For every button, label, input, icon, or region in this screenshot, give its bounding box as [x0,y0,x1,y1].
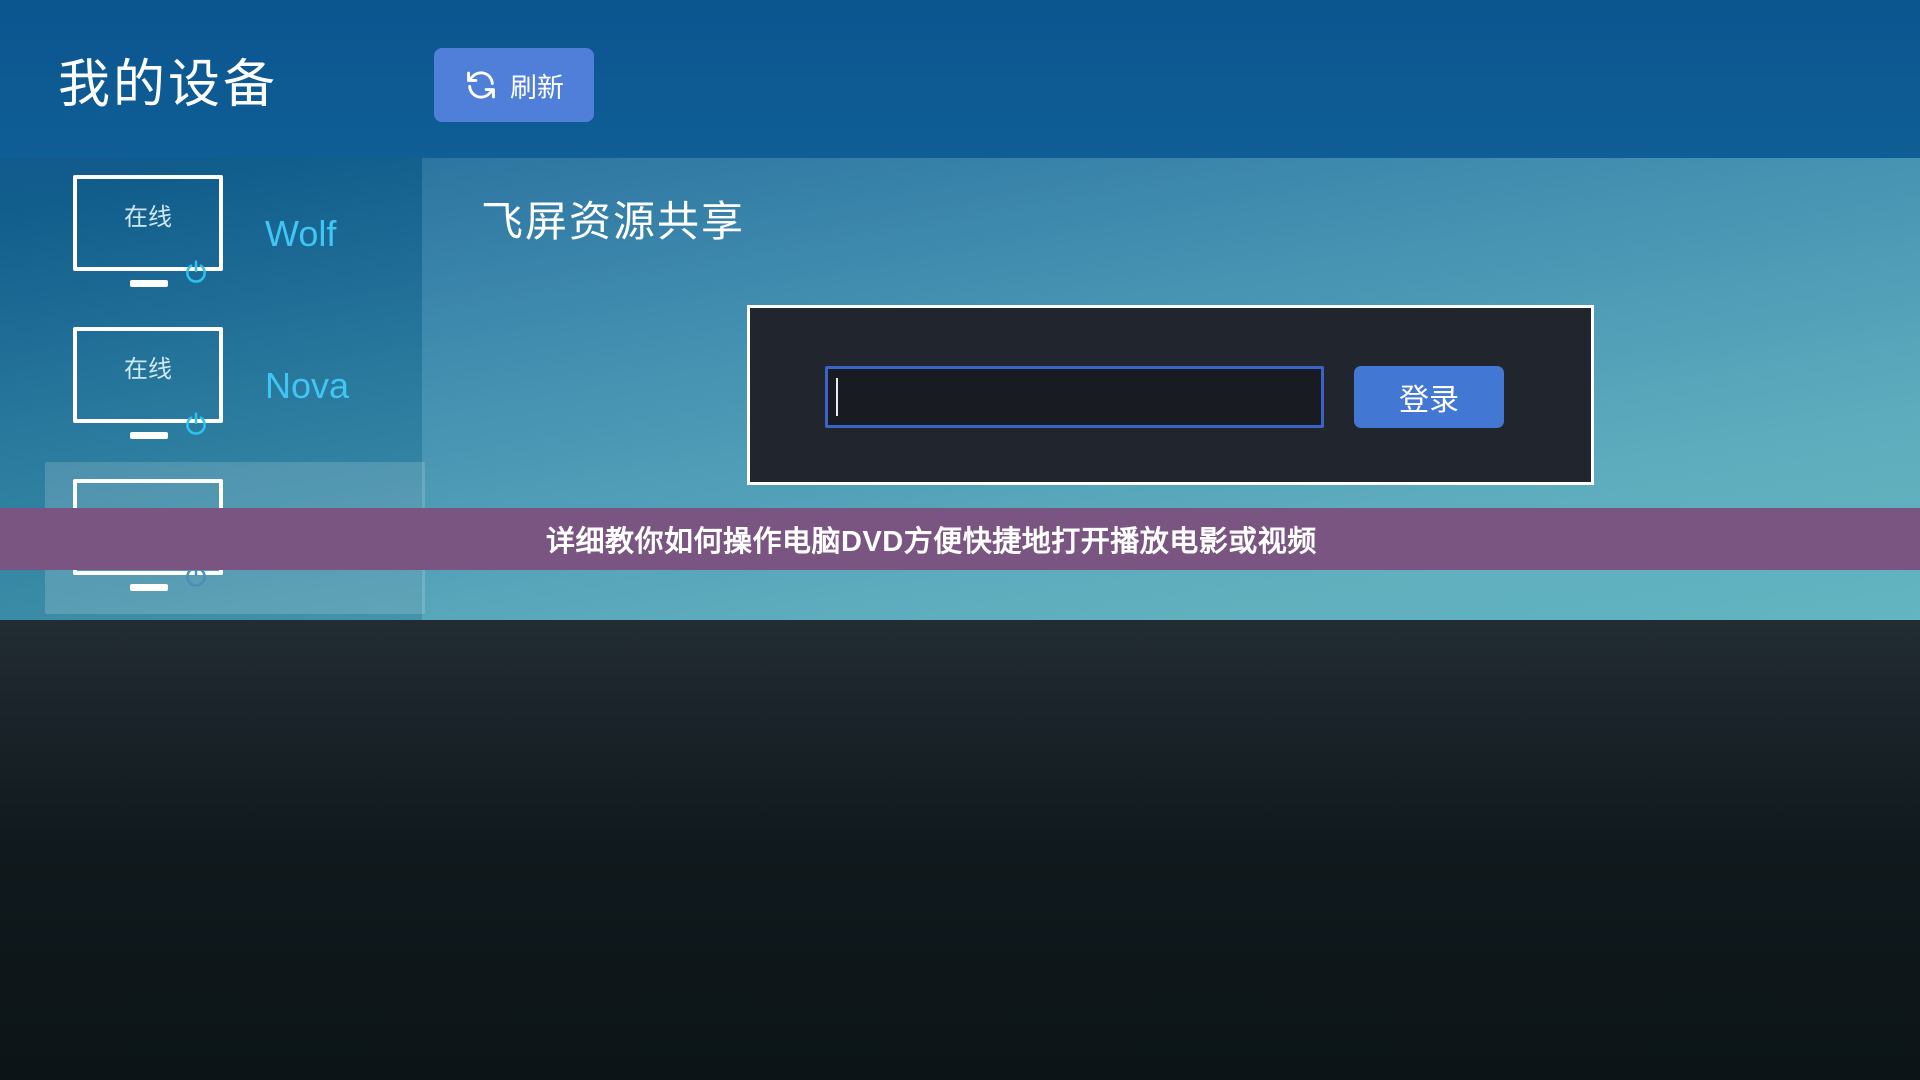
monitor-icon: 在线 [73,175,223,293]
refresh-button[interactable]: 刷新 [434,48,594,122]
text-caret [836,378,838,416]
virtual-keyboard-panel: BF S q w e r [0,620,1920,1080]
page-title: 我的设备 [58,56,279,114]
device-status: 在线 [124,356,172,383]
power-icon [183,259,209,285]
login-button[interactable]: 登录 [1354,366,1504,428]
refresh-icon [464,68,498,102]
device-status: 在线 [124,204,172,231]
login-input[interactable] [825,366,1324,428]
promo-banner-text: 详细教你如何操作电脑DVD方便快捷地打开播放电影或视频 [546,526,1317,558]
login-dialog: 登录 [747,305,1594,485]
refresh-button-label: 刷新 [510,72,564,103]
device-row-wolf[interactable]: 在线 Wolf [0,158,422,310]
device-row-nova[interactable]: 在线 Nova [0,310,422,462]
monitor-stand [130,280,168,287]
power-icon [183,411,209,437]
device-name: Nova [265,365,350,406]
panel-title: 飞屏资源共享 [481,198,746,245]
monitor-stand [130,432,168,439]
app-root: 我的设备 刷新 在线 Wolf 在线 Nova 飞屏资源共享 登录 详细教你如何… [0,0,1920,1080]
monitor-stand [130,584,168,591]
device-name: Wolf [265,213,337,254]
promo-banner: 详细教你如何操作电脑DVD方便快捷地打开播放电影或视频 [0,508,1920,570]
monitor-icon: 在线 [73,327,223,445]
app-header: 我的设备 刷新 [0,0,1920,158]
